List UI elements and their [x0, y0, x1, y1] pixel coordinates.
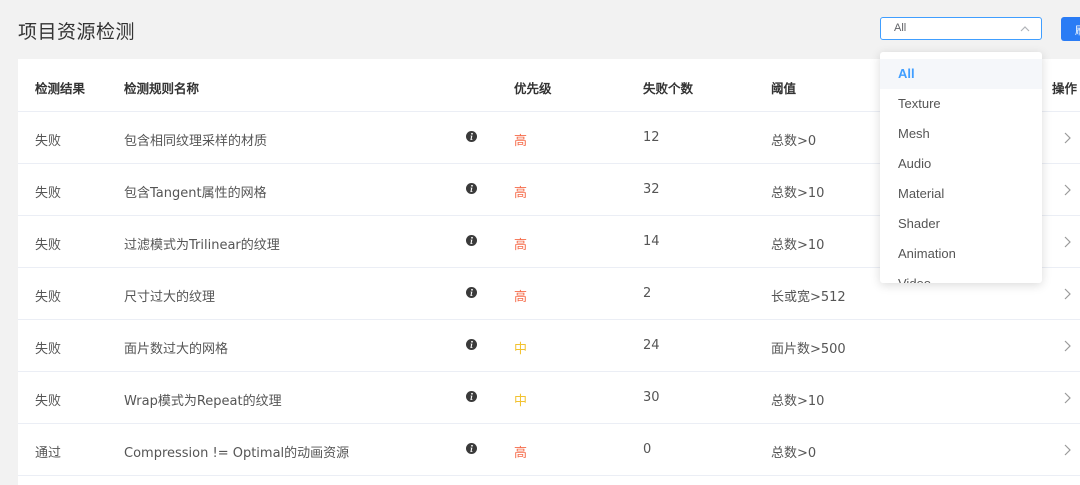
- dropdown-option-label: Animation: [898, 246, 956, 261]
- dropdown-option-label: Shader: [898, 216, 940, 231]
- dropdown-option[interactable]: Material: [880, 179, 1042, 209]
- resource-type-dropdown: All Texture Mesh Audio Material Shader Animati…: [880, 52, 1042, 283]
- chevron-up-icon: [1020, 26, 1030, 32]
- chevron-right-icon[interactable]: [1062, 131, 1072, 145]
- row-threshold: 面片数>500: [771, 342, 846, 357]
- row-fail-count: 24: [643, 338, 660, 353]
- row-threshold: 总数>0: [771, 134, 817, 149]
- row-rule-name: 包含相同纹理采样的材质: [124, 134, 268, 149]
- row-fail-count: 32: [643, 182, 660, 197]
- header-threshold: 阈值: [771, 81, 797, 96]
- dropdown-option[interactable]: Shader: [880, 209, 1042, 239]
- row-fail-count: 0: [643, 442, 652, 457]
- row-fail-count: 14: [643, 234, 660, 249]
- row-result: 失败: [35, 394, 62, 409]
- info-icon[interactable]: [466, 131, 477, 142]
- chevron-right-icon[interactable]: [1062, 339, 1072, 353]
- refresh-button-label: 刷: [1075, 22, 1080, 38]
- row-rule-name: 包含Tangent属性的网格: [124, 186, 267, 201]
- info-icon[interactable]: [466, 235, 477, 246]
- dropdown-option[interactable]: Animation: [880, 239, 1042, 269]
- row-rule-name: 面片数过大的网格: [124, 342, 229, 357]
- table-row[interactable]: 失败 面片数过大的网格 中 24 面片数>500: [18, 319, 1080, 372]
- info-icon[interactable]: [466, 443, 477, 454]
- resource-type-select[interactable]: All: [880, 17, 1042, 40]
- row-priority: 高: [514, 134, 528, 149]
- table-row[interactable]: 失败 Wrap模式为Repeat的纹理 中 30 总数>10: [18, 371, 1080, 424]
- chevron-right-icon[interactable]: [1062, 391, 1072, 405]
- row-rule-name: 过滤模式为Trilinear的纹理: [124, 238, 280, 253]
- info-icon[interactable]: [466, 339, 477, 350]
- dropdown-option[interactable]: All: [880, 59, 1042, 89]
- dropdown-option[interactable]: Mesh: [880, 119, 1042, 149]
- page-title: 项目资源检测: [18, 21, 136, 43]
- row-result: 失败: [35, 186, 62, 201]
- row-threshold: 总数>10: [771, 394, 825, 409]
- row-priority: 高: [514, 238, 528, 253]
- row-rule-name: Wrap模式为Repeat的纹理: [124, 394, 282, 409]
- row-rule-name: 尺寸过大的纹理: [124, 290, 216, 305]
- dropdown-option[interactable]: Video: [880, 269, 1042, 283]
- dropdown-option-label: Video: [898, 276, 931, 283]
- dropdown-option-label: All: [898, 66, 915, 81]
- row-rule-name: Compression != Optimal的动画资源: [124, 446, 350, 461]
- row-fail-count: 12: [643, 130, 660, 145]
- table-row[interactable]: 通过 Compression != Optimal的动画资源 高 0 总数>0: [18, 423, 1080, 476]
- dropdown-option-label: Mesh: [898, 126, 930, 141]
- chevron-right-icon[interactable]: [1062, 443, 1072, 457]
- row-priority: 高: [514, 446, 528, 461]
- dropdown-option[interactable]: Audio: [880, 149, 1042, 179]
- info-icon[interactable]: [466, 287, 477, 298]
- row-result: 失败: [35, 342, 62, 357]
- row-priority: 高: [514, 290, 528, 305]
- row-result: 通过: [35, 446, 62, 461]
- refresh-button[interactable]: 刷: [1061, 17, 1080, 41]
- row-result: 失败: [35, 134, 62, 149]
- row-threshold: 长或宽>512: [771, 290, 846, 305]
- row-threshold: 总数>10: [771, 186, 825, 201]
- header-action: 操作: [1052, 81, 1078, 96]
- row-result: 失败: [35, 290, 62, 305]
- select-value: All: [894, 22, 907, 34]
- row-threshold: 总数>10: [771, 238, 825, 253]
- dropdown-option[interactable]: Texture: [880, 89, 1042, 119]
- chevron-right-icon[interactable]: [1062, 235, 1072, 249]
- row-fail-count: 30: [643, 390, 660, 405]
- row-priority: 中: [514, 342, 528, 357]
- header-rule-name: 检测规则名称: [124, 81, 200, 96]
- info-icon[interactable]: [466, 183, 477, 194]
- row-priority: 中: [514, 394, 528, 409]
- header-result: 检测结果: [35, 81, 86, 96]
- row-fail-count: 2: [643, 286, 652, 301]
- header-fail-count: 失败个数: [643, 81, 694, 96]
- dropdown-option-label: Texture: [898, 96, 941, 111]
- header-priority: 优先级: [514, 81, 552, 96]
- row-result: 失败: [35, 238, 62, 253]
- dropdown-option-label: Audio: [898, 156, 932, 171]
- chevron-right-icon[interactable]: [1062, 183, 1072, 197]
- row-priority: 高: [514, 186, 528, 201]
- info-icon[interactable]: [466, 391, 477, 402]
- row-threshold: 总数>0: [771, 446, 817, 461]
- chevron-right-icon[interactable]: [1062, 287, 1072, 301]
- dropdown-option-label: Material: [898, 186, 945, 201]
